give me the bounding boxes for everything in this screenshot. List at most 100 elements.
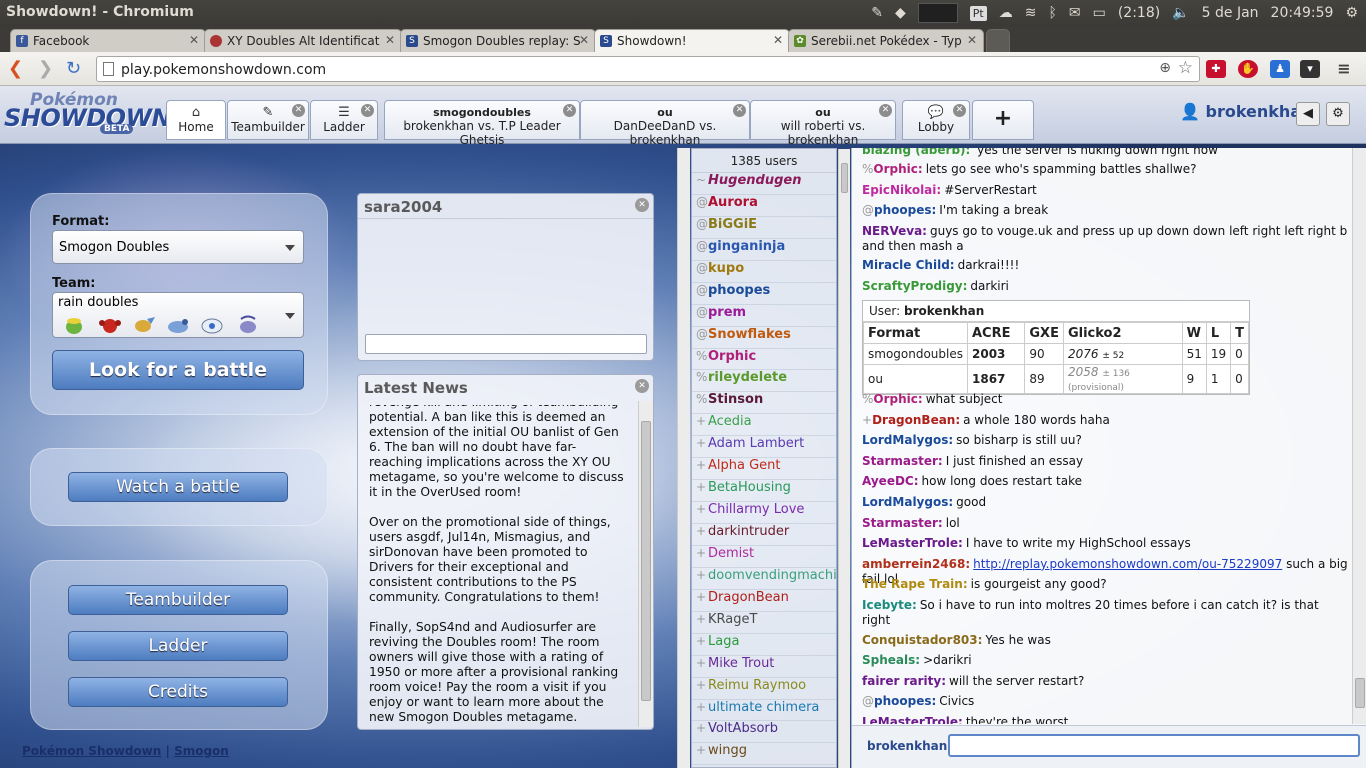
pm-title[interactable]: sara2004 bbox=[364, 198, 442, 216]
user-list-item[interactable]: + Laga bbox=[692, 634, 836, 656]
credits-button[interactable]: Credits bbox=[68, 677, 288, 707]
scroll-icon[interactable]: ✎ bbox=[871, 5, 883, 21]
add-room-button[interactable]: + bbox=[972, 100, 1034, 140]
chat-username[interactable]: The Rape Train: bbox=[862, 577, 968, 591]
chat-username[interactable]: fairer rarity: bbox=[862, 674, 946, 688]
chat-username[interactable]: Conquistador803: bbox=[862, 633, 982, 647]
tab-battle[interactable]: ou will roberti vs. brokenkhan ✕ bbox=[750, 100, 896, 147]
user-list-item[interactable]: @phoopes bbox=[692, 283, 836, 305]
close-icon[interactable]: ✕ bbox=[635, 198, 649, 212]
lobby-scrollbar[interactable] bbox=[677, 148, 690, 768]
chat-username[interactable]: LeMasterTrole: bbox=[862, 536, 963, 550]
user-list-item[interactable]: + ultimate chimera bbox=[692, 700, 836, 722]
pocket-icon[interactable]: ▾ bbox=[1300, 60, 1320, 78]
user-list-item[interactable]: %rileydelete bbox=[692, 370, 836, 393]
ladder-button[interactable]: Ladder bbox=[68, 631, 288, 661]
tab-battle[interactable]: ou DanDeeDanD vs. brokenkhan ✕ bbox=[580, 100, 750, 147]
menu-icon[interactable]: ≡ bbox=[1334, 60, 1354, 78]
chat-username[interactable]: NERVeva: bbox=[862, 224, 927, 238]
close-icon[interactable]: ✕ bbox=[733, 104, 746, 117]
pokemon-showdown-link[interactable]: Pokémon Showdown bbox=[22, 744, 161, 758]
volume-icon[interactable]: 🔈 bbox=[1172, 5, 1189, 21]
user-list-item[interactable]: @Snowflakes bbox=[692, 327, 836, 349]
smogon-link[interactable]: Smogon bbox=[174, 744, 229, 758]
chat-username[interactable]: amberrein2468: bbox=[862, 557, 970, 571]
extension-icon[interactable]: ♟ bbox=[1270, 60, 1290, 78]
user-list-item[interactable]: + VoltAbsorb bbox=[692, 721, 836, 744]
chat-username[interactable]: Orphic: bbox=[873, 392, 922, 406]
user-list-item[interactable]: + Reimu Raymoo bbox=[692, 678, 836, 700]
cloud-icon[interactable]: ☁ bbox=[999, 5, 1013, 21]
chat-username[interactable]: phoopes: bbox=[874, 203, 936, 217]
user-list-item[interactable]: @BiGGiE bbox=[692, 217, 836, 239]
chat-username[interactable]: Starmaster: bbox=[862, 454, 943, 468]
user-list-item[interactable]: + BetaHousing bbox=[692, 480, 836, 503]
chat-username[interactable]: ScraftyProdigy: bbox=[862, 279, 967, 293]
lastpass-icon[interactable]: ✚ bbox=[1206, 60, 1226, 78]
chat-link[interactable]: http://replay.pokemonshowdown.com/ou-752… bbox=[973, 557, 1282, 571]
user-list-item[interactable]: + KRageT bbox=[692, 612, 836, 634]
close-icon[interactable]: ✕ bbox=[953, 104, 966, 117]
user-list-item[interactable]: + wingg bbox=[692, 743, 836, 766]
format-select[interactable]: Smogon Doubles bbox=[52, 230, 304, 264]
chat-username[interactable]: phoopes: bbox=[874, 694, 936, 708]
gear-icon[interactable]: ⚙ bbox=[1345, 5, 1358, 21]
options-button[interactable]: ⚙ bbox=[1326, 102, 1350, 126]
user-list-item[interactable]: @prem bbox=[692, 305, 836, 327]
reload-icon[interactable]: ↻ bbox=[66, 58, 81, 79]
close-icon[interactable]: ✕ bbox=[773, 33, 783, 47]
new-tab-button[interactable] bbox=[986, 29, 1010, 52]
chat-username[interactable]: AyeeDC: bbox=[862, 474, 919, 488]
watch-battle-button[interactable]: Watch a battle bbox=[68, 472, 288, 502]
browser-tab[interactable]: ✿ Serebii.net Pokédex - Typ ✕ bbox=[788, 29, 984, 52]
close-icon[interactable]: ✕ bbox=[385, 33, 395, 47]
teambuilder-button[interactable]: Teambuilder bbox=[68, 585, 288, 615]
address-bar[interactable]: play.pokemonshowdown.com ⊕ ☆ bbox=[96, 56, 1200, 82]
user-list-item[interactable]: + Alpha Gent bbox=[692, 458, 836, 481]
browser-tab-active[interactable]: S Showdown! ✕ bbox=[594, 29, 790, 52]
back-icon[interactable]: ❮ bbox=[8, 58, 23, 79]
url-text[interactable]: play.pokemonshowdown.com bbox=[121, 62, 326, 78]
keyboard-indicator[interactable]: Pt bbox=[969, 5, 987, 21]
browser-tab[interactable]: S Smogon Doubles replay: S ✕ bbox=[400, 29, 596, 52]
user-list-item[interactable]: @kupo bbox=[692, 261, 836, 283]
look-for-battle-button[interactable]: Look for a battle bbox=[52, 350, 304, 390]
mail-icon[interactable]: ✉ bbox=[1069, 5, 1081, 21]
username-button[interactable]: 👤 brokenkhan bbox=[1180, 102, 1313, 121]
close-icon[interactable]: ✕ bbox=[361, 104, 374, 117]
chat-username[interactable]: LordMalygos: bbox=[862, 433, 953, 447]
chat-username[interactable]: EpicNikolai: bbox=[862, 183, 941, 197]
pm-input[interactable] bbox=[365, 334, 647, 354]
tab-teambuilder[interactable]: ✎ Teambuilder ✕ bbox=[227, 100, 309, 140]
browser-tab[interactable]: XY Doubles Alt Identificat ✕ bbox=[204, 29, 402, 52]
scrollbar-thumb[interactable] bbox=[841, 163, 848, 193]
close-icon[interactable]: ✕ bbox=[879, 104, 892, 117]
user-list-item[interactable]: + darkintruder bbox=[692, 524, 836, 546]
user-list-item[interactable]: +doomvendingmachine bbox=[692, 568, 836, 590]
tab-ladder[interactable]: ☰ Ladder ✕ bbox=[310, 100, 378, 140]
battery-icon[interactable]: ▭ bbox=[1093, 5, 1106, 21]
close-icon[interactable]: ✕ bbox=[579, 33, 589, 47]
chat-username[interactable]: DragonBean: bbox=[872, 413, 960, 427]
tab-lobby[interactable]: 💬 Lobby ✕ bbox=[902, 100, 970, 140]
close-icon[interactable]: ✕ bbox=[967, 33, 977, 47]
showdown-logo[interactable]: Pokémon SHOWDOWN! BETA bbox=[4, 90, 182, 138]
user-list-item[interactable]: ~ Hugendugen bbox=[692, 173, 836, 195]
chat-username[interactable]: Orphic: bbox=[873, 162, 922, 176]
user-list-item[interactable]: + Acedia bbox=[692, 414, 836, 437]
chat-username[interactable]: Starmaster: bbox=[862, 516, 943, 530]
user-list-item[interactable]: %Orphic bbox=[692, 349, 836, 371]
chat-username[interactable]: Miracle Child: bbox=[862, 258, 955, 272]
chat-username[interactable]: Spheals: bbox=[862, 653, 920, 667]
dropbox-icon[interactable]: ◆ bbox=[895, 5, 906, 21]
browser-tab[interactable]: f Facebook ✕ bbox=[10, 29, 206, 52]
user-list-item[interactable]: + Demist bbox=[692, 546, 836, 568]
wifi-icon[interactable]: ≋ bbox=[1025, 5, 1037, 21]
tab-home[interactable]: ⌂ Home bbox=[166, 100, 226, 140]
chat-username[interactable]: Icebyte: bbox=[862, 598, 917, 612]
user-list-item[interactable]: + DragonBean bbox=[692, 590, 836, 612]
team-select[interactable]: rain doubles bbox=[52, 292, 304, 338]
news-scrollbar[interactable] bbox=[638, 401, 653, 727]
adblock-icon[interactable]: ✋ bbox=[1238, 60, 1258, 78]
chat-username[interactable]: LordMalygos: bbox=[862, 495, 953, 509]
